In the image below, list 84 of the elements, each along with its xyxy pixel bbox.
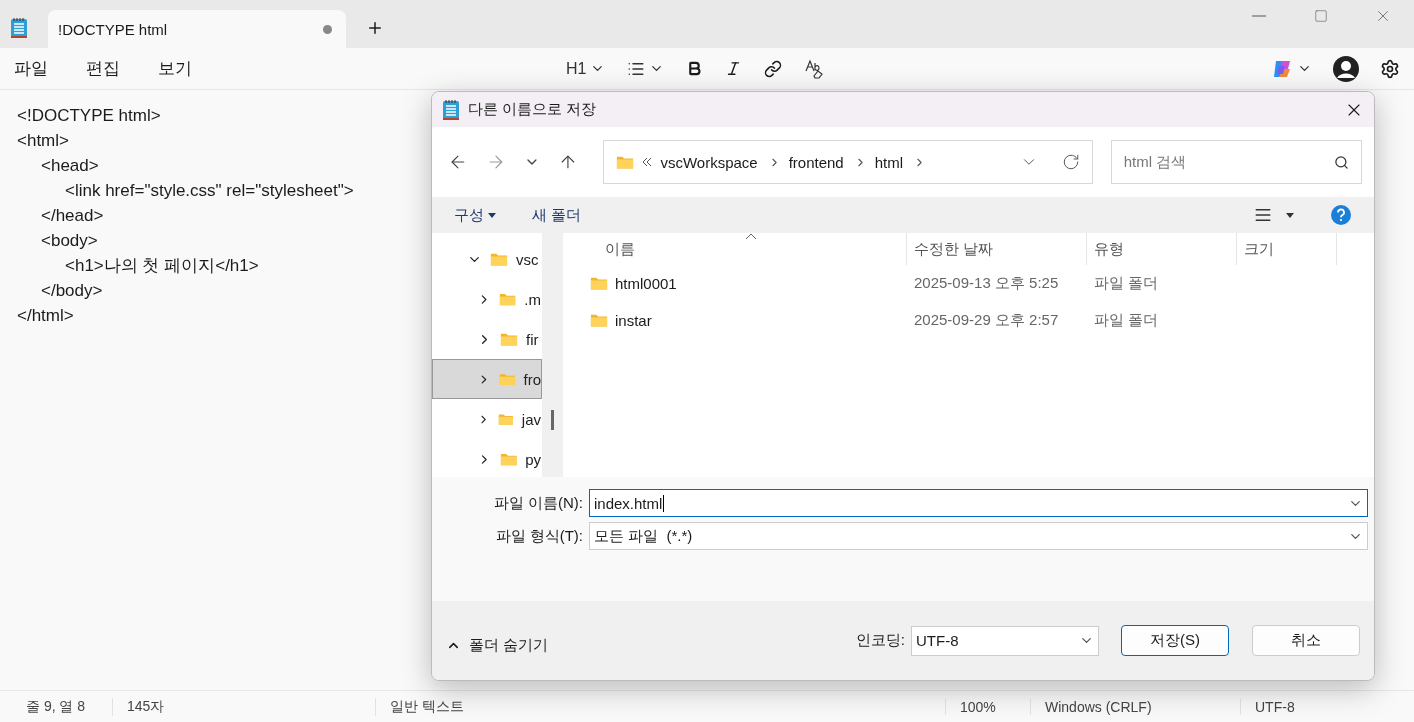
code-line: </html>	[17, 305, 74, 327]
folder-icon	[616, 154, 635, 170]
tree-item[interactable]: fir	[432, 319, 542, 359]
status-text: Windows (CRLF)	[1030, 698, 1240, 715]
column-header[interactable]: 이름	[563, 233, 907, 265]
column-header[interactable]: 크기	[1237, 233, 1337, 265]
field-label: 파일 형식(T):	[494, 526, 583, 546]
heading-dropdown[interactable]: H1	[566, 59, 606, 78]
refresh-icon[interactable]	[1061, 153, 1080, 171]
status-text: 줄 9, 열 8	[25, 697, 87, 716]
notepad-icon	[10, 17, 28, 39]
type-cell-text: 파일 폴더	[1093, 274, 1160, 293]
file-name: instar	[615, 312, 652, 329]
clear-formatting-icon[interactable]	[804, 58, 825, 79]
code-line: </head>	[40, 205, 104, 227]
code-line: <html>	[17, 130, 69, 152]
menu-item[interactable]: 편집	[86, 57, 120, 80]
save-button[interactable]: 저장(S)	[1121, 625, 1229, 656]
file-row[interactable]: instar 2025-09-29 오후 2:57 파일 폴더	[563, 302, 1374, 339]
status-text: 100%	[945, 698, 1030, 715]
code-line: <!DOCTYPE html>	[17, 105, 161, 127]
document-tab[interactable]: !DOCTYPE html	[48, 10, 346, 48]
encoding-dropdown[interactable]: UTF-8	[911, 625, 1099, 656]
code-line: </body>	[40, 280, 103, 302]
column-header[interactable]: 수정한 날짜	[907, 233, 1087, 265]
scrollbar[interactable]	[542, 233, 563, 477]
code-line: <link href="style.css" rel="stylesheet">	[64, 180, 354, 202]
cancel-button[interactable]: 취소	[1252, 625, 1360, 656]
tree-item[interactable]: vsc	[432, 239, 542, 279]
file-row[interactable]: html0001 2025-09-13 오후 5:25 파일 폴더	[563, 265, 1374, 302]
folder-icon	[499, 291, 517, 307]
field-label: 파일 이름(N):	[492, 493, 583, 513]
code-line: <h1>나의 첫 페이지</h1>	[64, 255, 259, 277]
dialog-title: 다른 이름으로 저장	[468, 100, 597, 119]
type-cell-text: 파일 폴더	[1093, 311, 1160, 330]
folder-icon	[590, 313, 608, 328]
double-chevron-icon	[642, 157, 653, 167]
hide-folders-button[interactable]: 폴더 숨기기	[446, 636, 549, 655]
tree-item[interactable]: .m	[432, 279, 542, 319]
link-icon[interactable]	[764, 59, 783, 78]
search-field[interactable]: html 검색	[1110, 140, 1362, 184]
tree-item[interactable]: jav	[432, 399, 542, 439]
breadcrumb[interactable]: frontend	[788, 153, 844, 171]
address-bar[interactable]: vscWorkspace frontend html	[603, 140, 1093, 184]
date-cell-text: 2025-09-29 오후 2:57	[913, 311, 1060, 330]
menu-item[interactable]: 파일	[14, 57, 48, 80]
organize-menu[interactable]: 구성	[454, 205, 496, 225]
code-line: <body>	[40, 230, 98, 252]
breadcrumb[interactable]: html	[874, 153, 904, 171]
file-type-dropdown[interactable]: 모든 파일 (*.*)	[589, 522, 1368, 550]
dropdown-triangle-icon	[1286, 212, 1294, 218]
column-header[interactable]: 유형	[1087, 233, 1237, 265]
help-icon[interactable]	[1330, 204, 1352, 226]
file-name: html0001	[615, 275, 677, 292]
avatar-icon[interactable]	[1332, 54, 1360, 83]
folder-icon	[490, 251, 508, 267]
file-name-field[interactable]: index.html	[589, 489, 1368, 517]
settings-icon[interactable]	[1380, 58, 1400, 79]
menu-item[interactable]: 보기	[158, 57, 192, 80]
code-line: <head>	[40, 155, 99, 177]
sort-caret-icon	[745, 233, 757, 240]
breadcrumb[interactable]: vscWorkspace	[660, 153, 758, 171]
dropdown-triangle-icon	[488, 212, 496, 218]
maximize-icon	[1314, 9, 1328, 23]
date-cell-text: 2025-09-13 오후 5:25	[913, 274, 1060, 293]
status-text: 일반 텍스트	[375, 697, 945, 716]
unsaved-dot	[323, 24, 332, 34]
encoding-label: 인코딩:	[855, 631, 905, 650]
list-view-icon	[1254, 206, 1272, 224]
tree-item[interactable]: fro	[432, 359, 542, 399]
new-tab-icon[interactable]	[366, 19, 384, 37]
notepad-icon	[442, 98, 460, 121]
status-text: 145자	[112, 697, 375, 716]
tree-item[interactable]: py	[432, 439, 542, 477]
new-folder-button[interactable]: 새 폴더	[532, 205, 582, 225]
search-icon	[1334, 154, 1349, 170]
status-text: UTF-8	[1240, 698, 1414, 715]
folder-icon	[500, 331, 518, 347]
view-options-dropdown[interactable]	[1254, 206, 1294, 224]
minimize-icon	[1252, 15, 1266, 17]
folder-icon	[498, 411, 514, 427]
folder-icon	[590, 276, 608, 291]
folder-icon	[498, 371, 516, 387]
folder-icon	[499, 451, 518, 467]
